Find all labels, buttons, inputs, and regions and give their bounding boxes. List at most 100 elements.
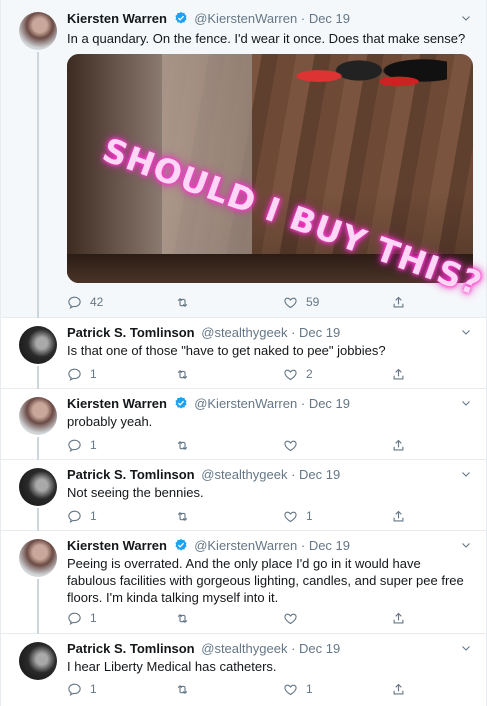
like-count: 1 [306,682,313,696]
thread-connector [37,52,39,318]
share-button[interactable] [391,365,414,383]
tweet-header: Kiersten Warren @KierstenWarren · Dec 19 [67,395,472,413]
like-button[interactable]: 1 [283,680,313,698]
author-name[interactable]: Kiersten Warren [67,11,167,26]
tweet-date[interactable]: Dec 19 [299,641,340,656]
avatar[interactable] [19,642,57,680]
heart-icon [283,611,298,626]
tweet-text: probably yeah. [67,414,153,429]
tweet-reply[interactable]: Kiersten Warren @KierstenWarren · Dec 19… [1,389,486,460]
reply-button[interactable]: 1 [67,609,97,627]
chevron-down-icon[interactable] [460,642,472,654]
retweet-icon [175,682,190,697]
author-handle[interactable]: @KierstenWarren [194,11,297,26]
author-handle[interactable]: @KierstenWarren [194,538,297,553]
retweet-button[interactable] [175,680,198,698]
author-handle[interactable]: @stealthygeek [201,641,287,656]
like-button[interactable] [283,436,306,454]
chevron-down-icon[interactable] [460,12,472,24]
tweet-header: Patrick S. Tomlinson @stealthygeek · Dec… [67,466,472,484]
separator-dot: · [300,11,306,26]
tweet-date[interactable]: Dec 19 [309,11,350,26]
share-button[interactable] [391,293,414,311]
reply-button[interactable]: 1 [67,436,97,454]
tweet-reply[interactable]: Patrick S. Tomlinson @stealthygeek · Dec… [1,318,486,389]
like-button[interactable]: 59 [283,293,319,311]
reply-count: 1 [90,438,97,452]
author-name[interactable]: Kiersten Warren [67,396,167,411]
share-icon [391,509,406,524]
like-button[interactable] [283,609,306,627]
thread-connector [37,437,39,460]
tweet-date[interactable]: Dec 19 [309,396,350,411]
share-button[interactable] [391,436,414,454]
like-button[interactable]: 1 [283,507,313,525]
retweet-button[interactable] [175,436,198,454]
separator-dot: · [291,467,296,482]
avatar[interactable] [19,397,57,435]
tweet-header: Kiersten Warren @KierstenWarren · Dec 19 [67,10,472,28]
separator-dot: · [291,325,296,340]
avatar[interactable] [19,326,57,364]
retweet-button[interactable] [175,365,198,383]
tweet-text: Peeing is overrated. And the only place … [67,556,464,605]
share-button[interactable] [391,680,414,698]
author-name[interactable]: Patrick S. Tomlinson [67,641,195,656]
author-handle[interactable]: @stealthygeek [201,467,287,482]
author-name[interactable]: Patrick S. Tomlinson [67,467,195,482]
separator-dot: · [300,538,306,553]
heart-icon [283,295,298,310]
share-button[interactable] [391,609,414,627]
reply-button[interactable]: 1 [67,680,97,698]
like-count: 1 [306,509,313,523]
avatar[interactable] [19,539,57,577]
tweet-text: Not seeing the bennies. [67,485,204,500]
chevron-down-icon[interactable] [460,397,472,409]
retweet-icon [175,509,190,524]
retweet-icon [175,367,190,382]
tweet-reply[interactable]: Patrick S. Tomlinson @stealthygeek · Dec… [1,634,486,706]
reply-button[interactable]: 1 [67,507,97,525]
avatar[interactable] [19,12,57,50]
share-icon [391,295,406,310]
thread-connector [37,508,39,531]
author-name[interactable]: Kiersten Warren [67,538,167,553]
tweet-text: Is that one of those "have to get naked … [67,343,386,358]
tweet-main[interactable]: Kiersten Warren @KierstenWarren · Dec 19… [1,0,487,318]
chevron-down-icon[interactable] [460,326,472,338]
reply-count: 1 [90,682,97,696]
tweet-reply[interactable]: Patrick S. Tomlinson @stealthygeek · Dec… [1,460,486,531]
tweet-date[interactable]: Dec 19 [299,325,340,340]
verified-badge-icon [174,396,188,410]
retweet-button[interactable] [175,609,198,627]
retweet-icon [175,295,190,310]
reply-icon [67,295,82,310]
reply-button[interactable]: 42 [67,293,103,311]
tweet-reply[interactable]: Kiersten Warren @KierstenWarren · Dec 19… [1,531,486,634]
tweet-date[interactable]: Dec 19 [299,467,340,482]
avatar[interactable] [19,468,57,506]
reply-icon [67,682,82,697]
retweet-button[interactable] [175,507,198,525]
author-handle[interactable]: @KierstenWarren [194,396,297,411]
like-count: 2 [306,367,313,381]
heart-icon [283,509,298,524]
retweet-button[interactable] [175,293,198,311]
chevron-down-icon[interactable] [460,468,472,480]
separator-dot: · [291,641,296,656]
chevron-down-icon[interactable] [460,539,472,551]
tweet-header: Kiersten Warren @KierstenWarren · Dec 19 [67,537,472,555]
author-handle[interactable]: @stealthygeek [201,325,287,340]
reply-count: 42 [90,295,104,309]
reply-icon [67,367,82,382]
tweet-date[interactable]: Dec 19 [309,538,350,553]
author-name[interactable]: Patrick S. Tomlinson [67,325,195,340]
retweet-icon [175,611,190,626]
reply-button[interactable]: 1 [67,365,97,383]
tweet-text: In a quandary. On the fence. I'd wear it… [67,31,466,46]
tweet-text: I hear Liberty Medical has catheters. [67,659,277,674]
tweet-actions: 1 [67,609,407,627]
heart-icon [283,438,298,453]
like-button[interactable]: 2 [283,365,313,383]
share-button[interactable] [391,507,414,525]
